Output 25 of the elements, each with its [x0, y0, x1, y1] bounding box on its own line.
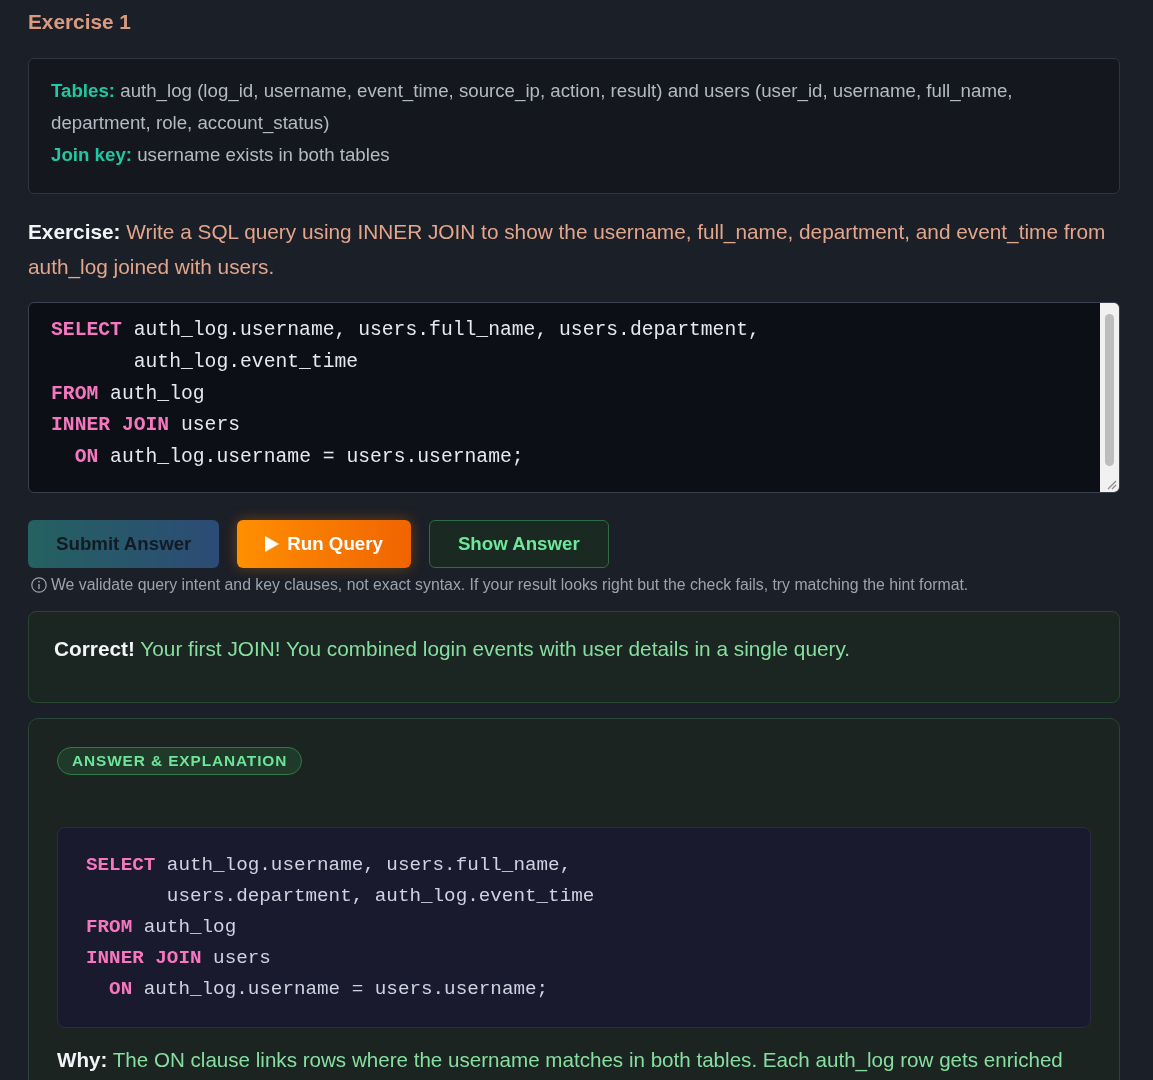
schema-text: Tables: auth_log (log_id, username, event_time, source_ip, action, result) and users (user_id, username, full_name, department, role, account_status)	[51, 79, 1014, 136]
code-line: ON auth_log.username = users.username;	[108, 977, 549, 1002]
scrollbar-thumb[interactable]	[1105, 314, 1114, 466]
code-line: users.department, auth_log.event_time	[165, 884, 595, 909]
exercise-title: Exercise 1	[28, 10, 132, 34]
code-line: SELECT auth_log.username, users.full_name, users.department,	[51, 318, 760, 343]
play-icon	[265, 536, 280, 552]
info-icon	[31, 577, 47, 593]
feedback-text: Correct! Your first JOIN! You combined login events with user details in a single query.	[54, 636, 852, 662]
code-line: FROM auth_log	[51, 381, 205, 407]
resize-handle-icon[interactable]	[1105, 478, 1117, 490]
code-line: FROM auth_log	[86, 915, 237, 940]
explanation-text: Why: The ON clause links rows where the username matches in both tables. Each auth_log row gets enriched	[57, 1047, 1064, 1074]
code-line: INNER JOIN users	[51, 413, 241, 439]
scrollbar[interactable]	[1100, 303, 1119, 492]
show-answer-button[interactable]: Show Answer	[428, 520, 609, 568]
code-line: INNER JOIN users	[86, 946, 271, 971]
code-line: auth_log.event_time	[132, 349, 359, 375]
hint-text: We validate query intent and key clauses, not exact syntax. If your result looks right but the check fails, try matching the hint format.	[51, 576, 969, 594]
query-editor[interactable]: SELECT auth_log.username, users.full_name, users.department, auth_log.event_time FROM auth_log INNER JOIN users ON auth_log.username = users.username;	[28, 302, 1120, 493]
answer-badge: ANSWER & EXPLANATION	[57, 747, 303, 775]
code-line: ON auth_log.username = users.username;	[73, 445, 524, 470]
code-line: SELECT auth_log.username, users.full_name,	[86, 853, 572, 878]
schema-text: Join key: username exists in both tables	[51, 143, 391, 167]
exercise-prompt: Exercise: Write a SQL query using INNER JOIN to show the username, full_name, department, and event_time from auth_log joined with users.	[28, 219, 1107, 281]
